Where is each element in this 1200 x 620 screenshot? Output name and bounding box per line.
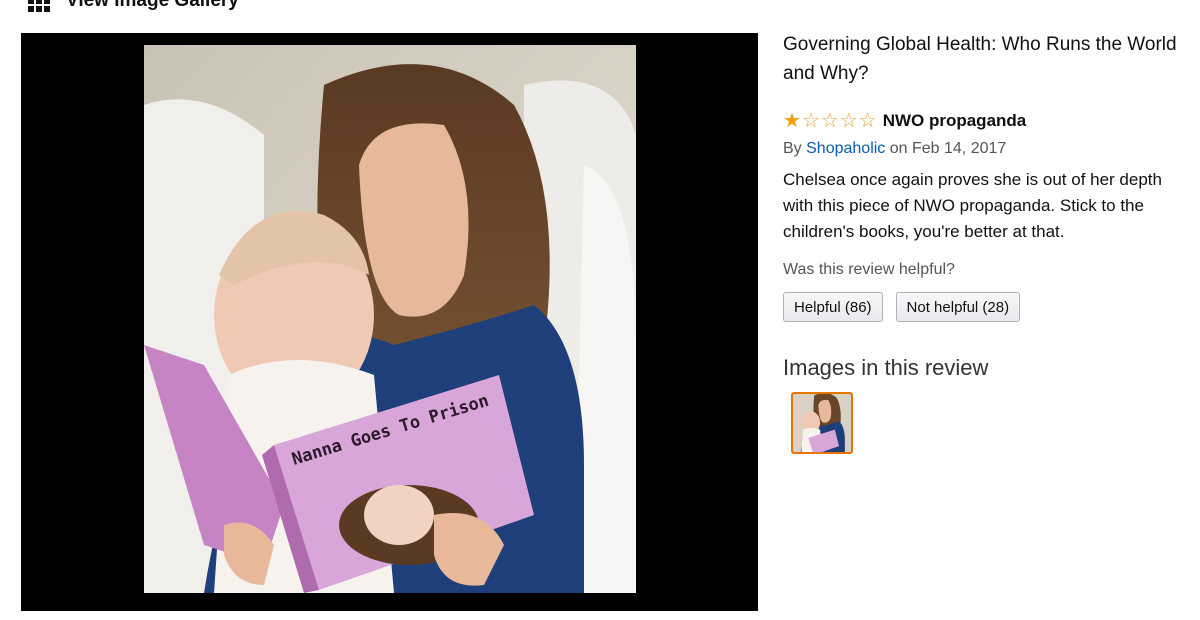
rating-row: ★ ☆ ☆ ☆ ☆ NWO propaganda	[783, 111, 1193, 131]
gallery-title: View Image Gallery	[66, 0, 239, 11]
not-helpful-button[interactable]: Not helpful (28)	[895, 292, 1021, 322]
review-byline: By Shopaholic on Feb 14, 2017	[783, 140, 1193, 158]
grid-icon	[28, 0, 50, 12]
helpful-button[interactable]: Helpful (86)	[783, 292, 883, 322]
review-panel: Governing Global Health: Who Runs the Wo…	[783, 30, 1193, 454]
byline-prefix: By	[783, 140, 802, 157]
images-heading: Images in this review	[783, 355, 989, 380]
review-title[interactable]: NWO propaganda	[883, 111, 1027, 131]
review-body: Chelsea once again proves she is out of …	[783, 170, 1162, 241]
star-rating: ★ ☆ ☆ ☆ ☆	[783, 111, 877, 131]
product-title[interactable]: Governing Global Health: Who Runs the Wo…	[783, 30, 1193, 88]
helpful-question: Was this review helpful?	[783, 261, 955, 278]
review-image-thumbnail[interactable]	[791, 392, 853, 454]
author-link[interactable]: Shopaholic	[806, 140, 885, 157]
review-photo[interactable]: Nanna Goes To Prison	[144, 45, 636, 593]
star-empty-icon: ☆	[801, 110, 820, 132]
star-filled-icon: ★	[783, 110, 801, 132]
review-date: on Feb 14, 2017	[889, 140, 1007, 157]
view-image-gallery-link[interactable]: View Image Gallery	[28, 0, 239, 12]
vote-buttons: Helpful (86) Not helpful (28)	[783, 292, 1193, 322]
image-viewer: Nanna Goes To Prison	[21, 33, 758, 611]
star-empty-icon: ☆	[839, 110, 858, 132]
star-empty-icon: ☆	[858, 110, 877, 132]
star-empty-icon: ☆	[820, 110, 839, 132]
